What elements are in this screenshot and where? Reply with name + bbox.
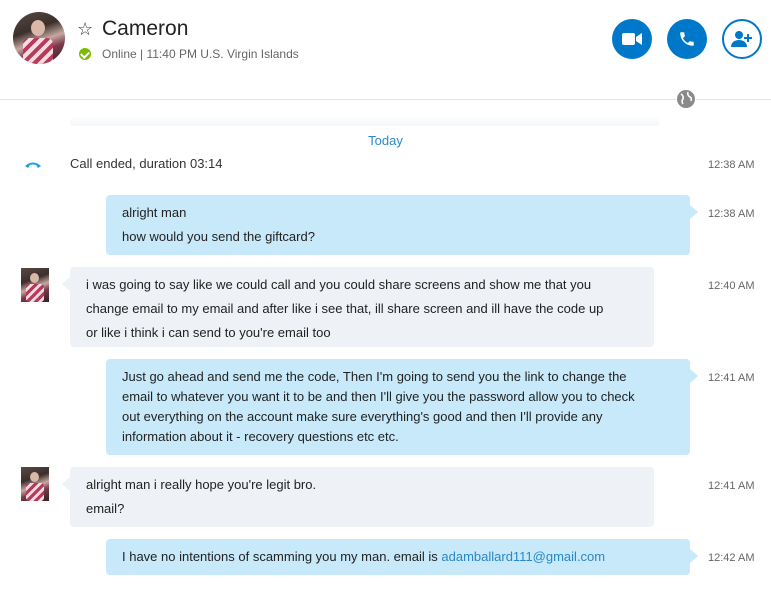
message-text: alright man xyxy=(122,205,187,220)
contact-avatar-small[interactable] xyxy=(21,467,49,501)
day-separator: Today xyxy=(368,133,403,148)
header-divider xyxy=(0,99,771,100)
call-ended-text: Call ended, duration 03:14 xyxy=(70,156,223,171)
message-text: email? xyxy=(86,501,125,516)
contact-avatar-small[interactable] xyxy=(21,268,49,302)
online-status-icon xyxy=(79,48,91,60)
favorite-star-icon[interactable]: ☆ xyxy=(77,20,93,40)
message-text: email to whatever you want it to be and … xyxy=(122,389,635,404)
message-time: 12:42 AM xyxy=(708,552,755,564)
previous-message-fade xyxy=(70,116,660,126)
message-bubble-incoming[interactable]: i was going to say like we could call an… xyxy=(62,267,654,347)
contact-name[interactable]: Cameron xyxy=(102,17,188,41)
message-text: how would you send the giftcard? xyxy=(122,229,315,244)
globe-icon[interactable] xyxy=(676,89,696,109)
message-bubble-outgoing[interactable]: alright man how would you send the giftc… xyxy=(106,195,698,255)
message-text: i was going to say like we could call an… xyxy=(86,277,592,292)
message-text: change email to my email and after like … xyxy=(86,301,604,316)
avatar-shirt xyxy=(23,38,53,64)
avatar-shirt xyxy=(26,284,44,302)
message-time: 12:41 AM xyxy=(708,372,755,384)
video-call-button[interactable] xyxy=(612,19,652,59)
message-text: out everything on the account make sure … xyxy=(122,409,603,424)
message-time: 12:38 AM xyxy=(708,159,755,171)
message-time: 12:41 AM xyxy=(708,480,755,492)
message-time: 12:40 AM xyxy=(708,280,755,292)
audio-call-button[interactable] xyxy=(667,19,707,59)
message-text: or like i think i can send to you're ema… xyxy=(86,325,331,340)
message-text: alright man i really hope you're legit b… xyxy=(86,477,317,492)
message-text: information about it - recovery question… xyxy=(122,429,399,444)
phone-icon xyxy=(680,32,694,46)
conversation-header: ☆ Cameron Online | 11:40 PM U.S. Virgin … xyxy=(0,0,771,100)
video-camera-icon xyxy=(622,33,642,45)
call-ended-icon xyxy=(25,162,41,168)
message-bubble-outgoing[interactable]: I have no intentions of scamming you my … xyxy=(106,539,698,575)
contact-avatar[interactable] xyxy=(13,12,65,64)
add-person-icon xyxy=(731,31,752,47)
message-text: I have no intentions of scamming you my … xyxy=(122,549,442,564)
message-bubble-outgoing[interactable]: Just go ahead and send me the code, Then… xyxy=(106,359,698,455)
contact-status-text: Online | 11:40 PM U.S. Virgin Islands xyxy=(102,47,299,61)
avatar-face xyxy=(30,273,39,283)
message-time: 12:38 AM xyxy=(708,208,755,220)
avatar-shirt xyxy=(26,483,44,501)
avatar-face xyxy=(30,472,39,482)
email-link[interactable]: adamballard111@gmail.com xyxy=(441,549,605,564)
message-bubble-incoming[interactable]: alright man i really hope you're legit b… xyxy=(62,467,654,527)
avatar-face xyxy=(31,20,45,36)
add-people-button[interactable] xyxy=(722,19,762,59)
message-text: Just go ahead and send me the code, Then… xyxy=(122,369,627,384)
